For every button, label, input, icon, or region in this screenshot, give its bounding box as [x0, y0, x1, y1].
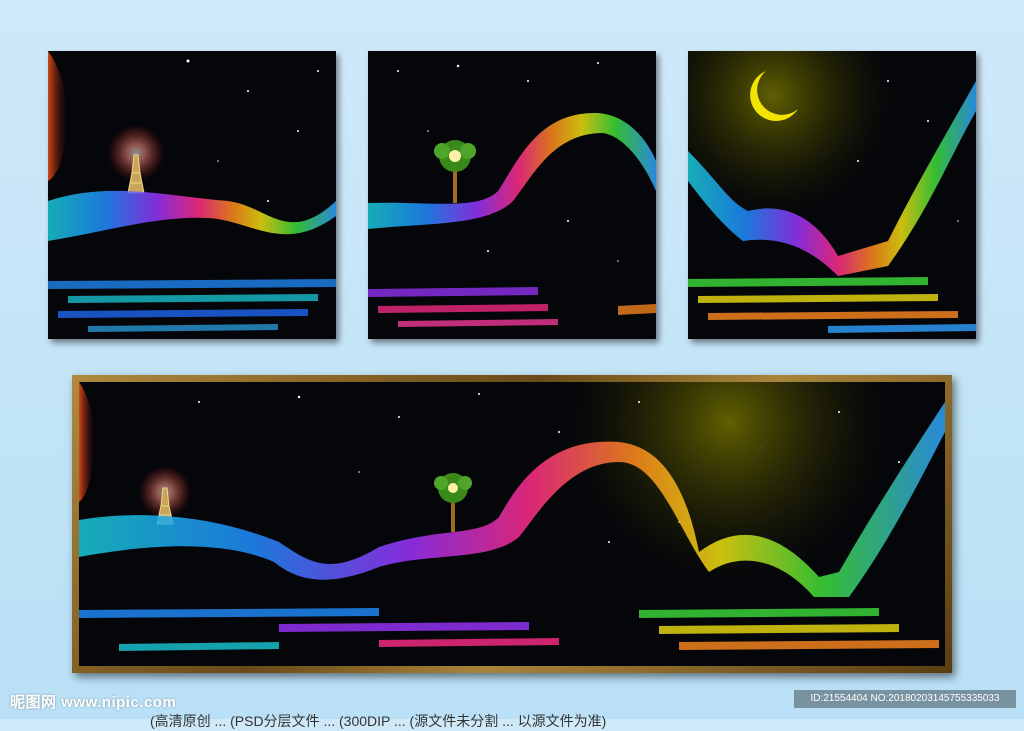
night-scene-right [688, 51, 976, 339]
canvas-panel-left [48, 51, 336, 339]
night-scene-middle [368, 51, 656, 339]
panorama-canvas [79, 382, 945, 666]
night-scene-panorama [79, 382, 945, 666]
id-watermark: ID:21554404 NO:20180203145755335033 [794, 690, 1016, 708]
canvas-panel-middle [368, 51, 656, 339]
site-watermark: 昵图网 www.nipic.com [10, 694, 177, 711]
caption-text: (高清原创 ... (PSD分层文件 ... (300DIP ... (源文件未… [150, 713, 607, 729]
canvas-panel-right [688, 51, 976, 339]
night-scene-left [48, 51, 336, 339]
framed-panorama [72, 375, 952, 673]
